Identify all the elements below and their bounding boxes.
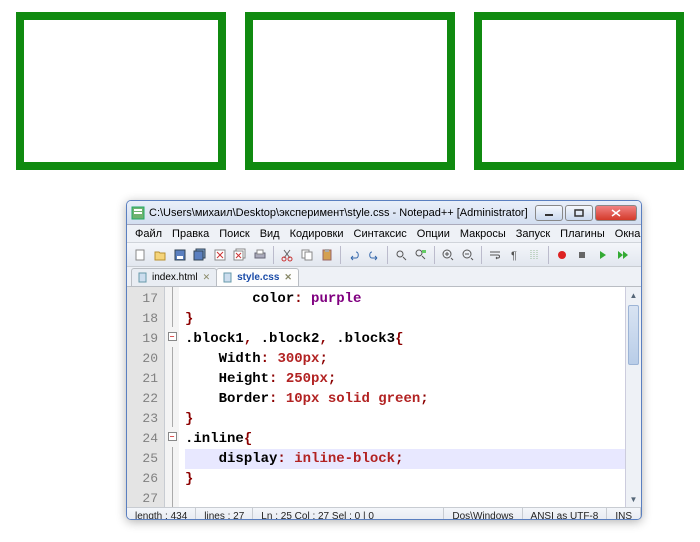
status-lines: lines : 27: [196, 508, 253, 520]
replace-icon[interactable]: [412, 246, 430, 264]
cut-icon[interactable]: [278, 246, 296, 264]
close-button[interactable]: [595, 205, 637, 221]
status-encoding: ANSI as UTF-8: [523, 508, 608, 520]
menu-plugins[interactable]: Плагины: [556, 227, 609, 241]
tab-label: style.css: [237, 272, 279, 283]
zoom-out-icon[interactable]: [459, 246, 477, 264]
menu-windows[interactable]: Окна: [611, 227, 642, 241]
find-icon[interactable]: [392, 246, 410, 264]
demo-block-2: [245, 12, 455, 170]
status-length: length : 434: [127, 508, 196, 520]
save-all-icon[interactable]: [191, 246, 209, 264]
titlebar[interactable]: C:\Users\михаил\Desktop\эксперимент\styl…: [127, 201, 641, 225]
editor[interactable]: 1718192021222324252627 −− color: purple}…: [127, 287, 641, 507]
fold-column[interactable]: −−: [165, 287, 179, 507]
tab-close-icon[interactable]: ✕: [284, 272, 292, 283]
svg-text:¶: ¶: [511, 250, 517, 262]
toolbar: ¶: [127, 243, 641, 267]
demo-blocks-row: [0, 0, 700, 170]
play-multi-icon[interactable]: [613, 246, 631, 264]
line-number-gutter: 1718192021222324252627: [127, 287, 165, 507]
menu-file[interactable]: Файл: [131, 227, 166, 241]
redo-icon[interactable]: [365, 246, 383, 264]
app-icon: [131, 206, 145, 220]
tab-label: index.html: [152, 272, 198, 283]
wordwrap-icon[interactable]: [486, 246, 504, 264]
scroll-thumb[interactable]: [628, 305, 639, 365]
tab-index-html[interactable]: index.html ✕: [131, 268, 217, 286]
tab-close-icon[interactable]: ✕: [203, 272, 211, 283]
vertical-scrollbar[interactable]: ▲ ▼: [625, 287, 641, 507]
save-icon[interactable]: [171, 246, 189, 264]
file-icon: [138, 272, 149, 283]
print-icon[interactable]: [251, 246, 269, 264]
close-file-icon[interactable]: [211, 246, 229, 264]
menu-macros[interactable]: Макросы: [456, 227, 510, 241]
maximize-button[interactable]: [565, 205, 593, 221]
undo-icon[interactable]: [345, 246, 363, 264]
paste-icon[interactable]: [318, 246, 336, 264]
tab-style-css[interactable]: style.css ✕: [216, 268, 299, 286]
menu-options[interactable]: Опции: [413, 227, 454, 241]
code-area[interactable]: color: purple}.block1, .block2, .block3{…: [179, 287, 641, 507]
menu-run[interactable]: Запуск: [512, 227, 554, 241]
tabbar: index.html ✕ style.css ✕: [127, 267, 641, 287]
zoom-in-icon[interactable]: [439, 246, 457, 264]
status-eol: Dos\Windows: [444, 508, 522, 520]
scroll-up-icon[interactable]: ▲: [626, 287, 641, 303]
menu-search[interactable]: Поиск: [215, 227, 253, 241]
menu-syntax[interactable]: Синтаксис: [350, 227, 411, 241]
stop-macro-icon[interactable]: [573, 246, 591, 264]
play-macro-icon[interactable]: [593, 246, 611, 264]
indent-guide-icon[interactable]: [526, 246, 544, 264]
show-all-chars-icon[interactable]: ¶: [506, 246, 524, 264]
open-file-icon[interactable]: [151, 246, 169, 264]
demo-block-3: [474, 12, 684, 170]
record-macro-icon[interactable]: [553, 246, 571, 264]
scroll-down-icon[interactable]: ▼: [626, 491, 641, 507]
status-position: Ln : 25 Col : 27 Sel : 0 | 0: [253, 508, 444, 520]
demo-block-1: [16, 12, 226, 170]
menubar: Файл Правка Поиск Вид Кодировки Синтакси…: [127, 225, 641, 243]
notepadpp-window: C:\Users\михаил\Desktop\эксперимент\styl…: [126, 200, 642, 520]
file-icon: [223, 272, 234, 283]
status-mode: INS: [607, 508, 641, 520]
new-file-icon[interactable]: [131, 246, 149, 264]
menu-edit[interactable]: Правка: [168, 227, 213, 241]
window-title: C:\Users\михаил\Desktop\эксперимент\styl…: [149, 207, 535, 219]
close-all-icon[interactable]: [231, 246, 249, 264]
menu-view[interactable]: Вид: [256, 227, 284, 241]
menu-encoding[interactable]: Кодировки: [286, 227, 348, 241]
minimize-button[interactable]: [535, 205, 563, 221]
copy-icon[interactable]: [298, 246, 316, 264]
